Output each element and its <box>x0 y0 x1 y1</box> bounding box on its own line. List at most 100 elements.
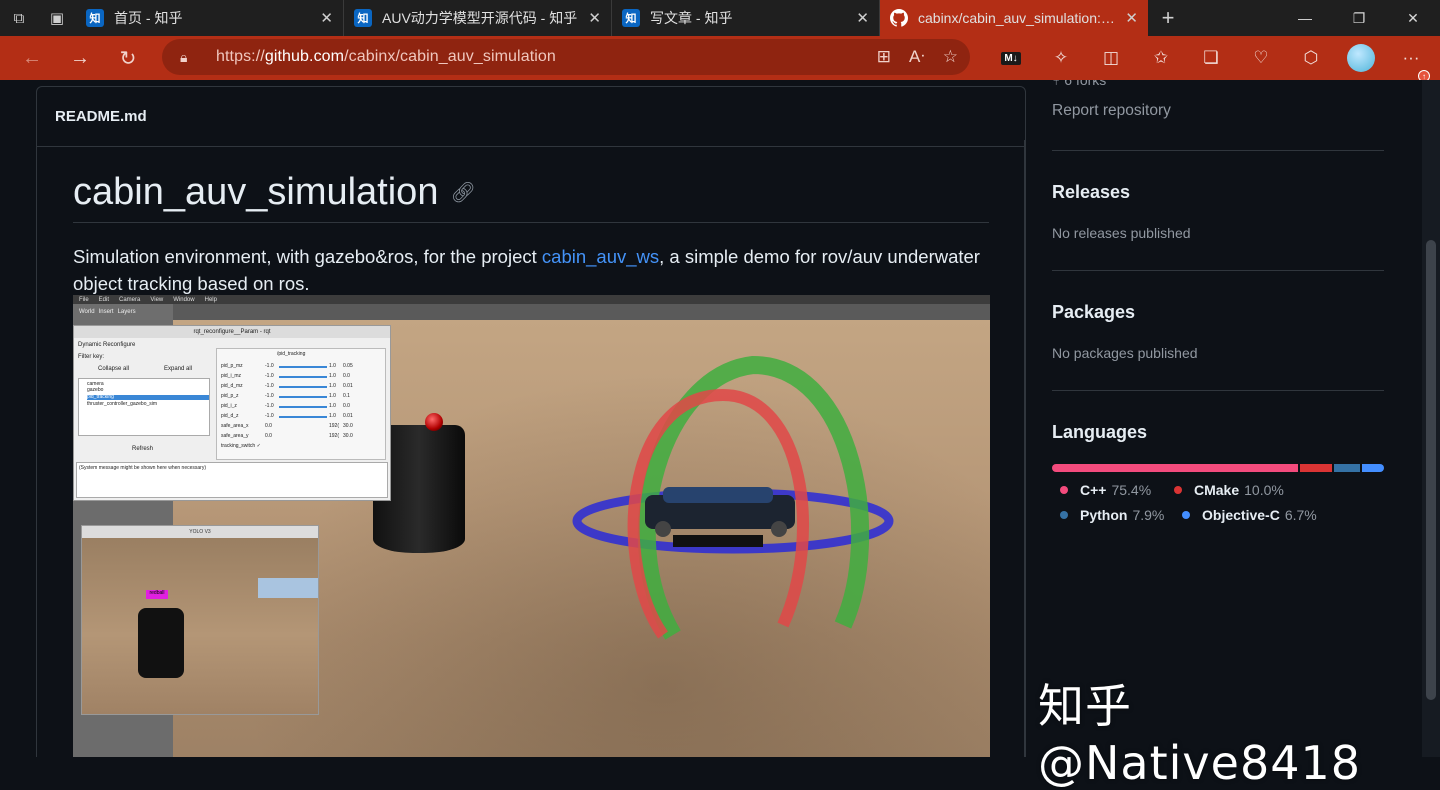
rqt-panel-title: /pid_tracking <box>277 351 306 357</box>
description-text: Simulation environment, with gazebo&ros,… <box>73 246 542 267</box>
split-screen-icon[interactable]: ◫ <box>1086 48 1136 68</box>
gazebo-tab: Insert <box>98 309 114 315</box>
language-bar-segment <box>1299 464 1333 472</box>
packages-empty: No packages published <box>1052 345 1198 361</box>
tab-zhihu-write[interactable]: 知 写文章 - 知乎 ✕ <box>612 0 880 36</box>
language-pct: 6.7% <box>1284 507 1317 523</box>
settings-menu-icon[interactable]: ··· ↑ <box>1386 48 1436 82</box>
gazebo-tab: Layers <box>117 309 136 315</box>
rqt-param-row: pid_p_mz -1.0 1.0 0.05 <box>221 363 353 369</box>
read-aloud-icon[interactable]: A͏ᐧ <box>909 47 925 67</box>
url-text[interactable]: https://github.com/cabinx/cabin_auv_simu… <box>216 48 556 66</box>
rqt-reconfigure-window: rqt_reconfigure__Param - rqt Dynamic Rec… <box>73 325 391 501</box>
language-objective-c[interactable]: Objective-C 6.7% <box>1182 507 1317 523</box>
close-icon[interactable]: ✕ <box>588 9 601 27</box>
rqt-collapse-button: Collapse all <box>98 366 130 372</box>
forward-button[interactable]: → <box>56 47 104 70</box>
lock-icon[interactable]: 🔒︎ <box>180 49 200 66</box>
language-cmake[interactable]: CMake 10.0% <box>1174 482 1284 498</box>
rqt-node: pid_tracking <box>87 394 114 400</box>
new-tab-button[interactable]: + <box>1148 0 1188 36</box>
gazebo-menu-item: Camera <box>119 296 141 303</box>
yolo-detection-box: redball <box>146 590 168 599</box>
collections-icon[interactable]: ❏ <box>1186 48 1236 68</box>
profile-button[interactable] <box>1336 44 1386 72</box>
gazebo-menu-item: Edit <box>98 296 110 303</box>
cabin-auv-ws-link[interactable]: cabin_auv_ws <box>542 246 659 267</box>
close-icon[interactable]: ✕ <box>320 9 333 27</box>
report-repository-link[interactable]: Report repository <box>1052 102 1171 120</box>
tab-actions-icon[interactable]: ▣ <box>38 0 76 36</box>
language-name: Objective-C <box>1202 507 1280 523</box>
extensions-icon[interactable]: ✧ <box>1036 48 1086 68</box>
copilot-icon[interactable]: ⬡ <box>1286 48 1336 68</box>
page-scrollbar[interactable] <box>1422 80 1440 757</box>
url-scheme: https:// <box>216 48 265 65</box>
favorite-star-icon[interactable]: ☆ <box>943 47 958 67</box>
language-dot <box>1174 486 1182 494</box>
packages-title[interactable]: Packages <box>1052 302 1135 323</box>
page-title: cabin_auv_simulation <box>73 171 439 213</box>
yolo-camera-view: redball <box>82 538 318 714</box>
performance-icon[interactable]: ♡ <box>1236 48 1286 68</box>
gazebo-tab: World <box>79 309 95 315</box>
markdown-extension-icon[interactable]: M↓ <box>986 51 1036 65</box>
address-bar[interactable]: 🔒︎ https://github.com/cabinx/cabin_auv_s… <box>162 39 970 75</box>
zhihu-watermark: 知乎 @Native8418 <box>1038 679 1362 790</box>
minimize-button[interactable]: — <box>1278 0 1332 36</box>
refresh-button[interactable]: ↻ <box>104 46 152 71</box>
language-bar-segment <box>1052 464 1298 472</box>
apps-icon[interactable]: ⊞ <box>877 47 891 67</box>
language-dot <box>1182 511 1190 519</box>
red-ball-target <box>425 413 443 431</box>
tracking-rings-graphic <box>572 355 894 640</box>
language-dot <box>1060 486 1068 494</box>
favorites-icon[interactable]: ✩ <box>1136 48 1186 68</box>
language-pct: 75.4% <box>1111 482 1152 498</box>
rqt-node: gazebo <box>87 387 104 393</box>
language-name: Python <box>1080 507 1128 523</box>
readme-heading: cabin_auv_simulation 🔗︎ <box>73 171 989 223</box>
tab-title: cabinx/cabin_auv_simulation: simulation … <box>918 10 1117 26</box>
simulation-screenshot[interactable]: File Edit Camera View Window Help World … <box>73 295 990 757</box>
rqt-param-rows: pid_p_mz -1.0 1.0 0.05 pid_i_mz -1.0 1.0 0.0 p… <box>221 363 387 453</box>
readme-filename[interactable]: README.md <box>37 87 1025 147</box>
workspaces-icon[interactable]: ⧉ <box>0 0 38 36</box>
divider <box>1052 270 1384 271</box>
language-name: C++ <box>1080 482 1107 498</box>
scrollbar-thumb[interactable] <box>1426 240 1436 700</box>
gazebo-menu-item: Help <box>204 296 217 303</box>
rqt-param-row: pid_i_z -1.0 1.0 0.0 <box>221 403 350 409</box>
forks-count: 6 forks <box>1064 80 1107 88</box>
maximize-button[interactable]: ❐ <box>1332 0 1386 36</box>
releases-title[interactable]: Releases <box>1052 182 1130 203</box>
back-button[interactable]: ← <box>8 47 56 70</box>
tab-github-repo[interactable]: cabinx/cabin_auv_simulation: simulation … <box>880 0 1148 36</box>
url-path: /cabinx/cabin_auv_simulation <box>344 48 556 65</box>
zhihu-icon: 知 <box>622 9 640 27</box>
tab-strip: ⧉ ▣ 知 首页 - 知乎 ✕ 知 AUV动力学模型开源代码 - 知乎 ✕ 知 … <box>0 0 1440 36</box>
language-bar-segment <box>1362 464 1384 472</box>
language-python[interactable]: Python 7.9% <box>1060 507 1164 523</box>
tab-zhihu-home[interactable]: 知 首页 - 知乎 ✕ <box>76 0 344 36</box>
readme-box: README.md cabin_auv_simulation 🔗︎ Simula… <box>36 86 1026 757</box>
rqt-refresh-button: Refresh <box>132 446 154 452</box>
anchor-link-icon[interactable]: 🔗︎ <box>450 180 475 205</box>
rqt-param-row: pid_d_mz -1.0 1.0 0.01 <box>221 383 353 389</box>
rqt-node: thruster_controller_gazebo_sim <box>87 401 158 407</box>
window-close-button[interactable]: ✕ <box>1386 0 1440 36</box>
rqt-param-row: pid_p_z -1.0 1.0 0.1 <box>221 393 350 399</box>
rqt-expand-button: Expand all <box>164 366 193 372</box>
language-pct: 7.9% <box>1132 507 1165 523</box>
rov-model <box>645 487 795 547</box>
close-icon[interactable]: ✕ <box>1125 9 1138 27</box>
close-icon[interactable]: ✕ <box>856 9 869 27</box>
language-cpp[interactable]: C++ 75.4% <box>1060 482 1151 498</box>
yolo-title: YOLO V3 <box>82 526 318 538</box>
gazebo-tabs: World Insert Layers <box>73 304 173 320</box>
forks-link[interactable]: ⑂ 6 forks <box>1052 80 1106 88</box>
rqt-param-panel: /pid_tracking pid_p_mz -1.0 1.0 0.05 pid_i_… <box>216 348 386 460</box>
rqt-node-tree: camera gazebo pid_tracking thruster_cont… <box>78 378 210 436</box>
divider <box>1052 390 1384 391</box>
tab-zhihu-auv[interactable]: 知 AUV动力学模型开源代码 - 知乎 ✕ <box>344 0 612 36</box>
